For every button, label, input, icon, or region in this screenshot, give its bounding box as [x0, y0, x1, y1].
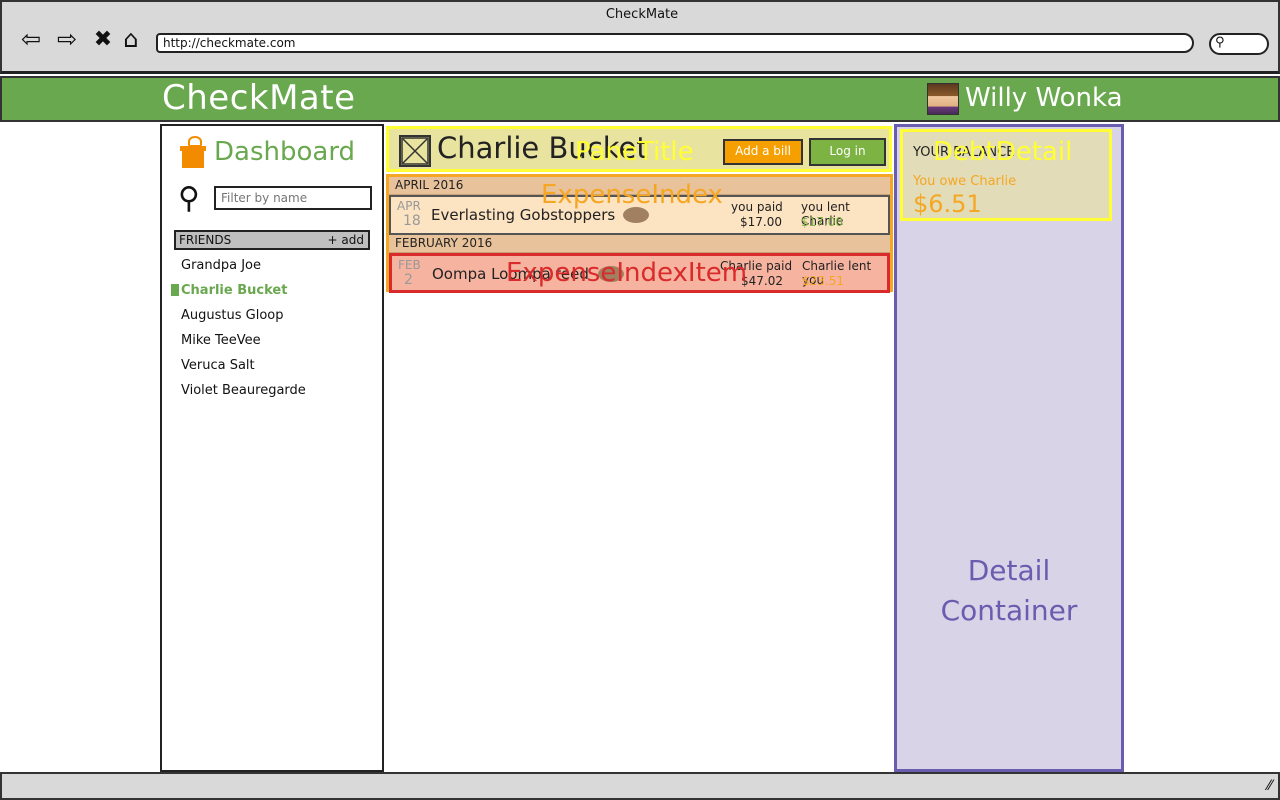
detail-container-annotation: Detail Container — [897, 551, 1121, 631]
dashboard-label: Dashboard — [214, 137, 355, 167]
month-header: FEBRUARY 2016 — [389, 235, 890, 253]
window-title: CheckMate — [2, 7, 1280, 22]
lent-amount: $17.00 — [801, 215, 843, 229]
forward-arrow-icon[interactable]: ⇨ — [52, 24, 82, 54]
add-friend-button[interactable]: + add — [328, 233, 364, 247]
expense-row[interactable]: FEB 2 Oompa Loompa feed Charlie paid $47… — [389, 253, 890, 293]
owe-text: You owe Charlie — [913, 174, 1016, 189]
friend-item[interactable]: Violet Beauregarde — [181, 383, 306, 398]
lent-amount: $23.51 — [802, 274, 844, 288]
owe-amount: $6.51 — [913, 190, 982, 218]
friends-header-label: FRIENDS — [179, 233, 231, 247]
app-header: CheckMate Willy Wonka — [0, 76, 1280, 122]
paid-label: you paid — [731, 200, 783, 214]
main-pane: Charlie Bucket PaneTitle Add a bill Log … — [384, 124, 894, 772]
avatar[interactable] — [927, 83, 959, 115]
friends-header: FRIENDS + add — [174, 230, 370, 250]
image-placeholder-icon — [399, 135, 431, 167]
expense-day: 18 — [403, 213, 421, 229]
expense-index: APRIL 2016 APR 18 Everlasting Gobstopper… — [386, 174, 893, 292]
paid-amount: $47.02 — [741, 274, 783, 288]
magnifier-icon: ⚲ — [178, 184, 200, 214]
status-bar: ⁄⁄ — [0, 772, 1280, 800]
log-in-button[interactable]: Log in — [809, 138, 886, 166]
expense-description: Oompa Loompa feed — [432, 265, 589, 283]
expense-month: APR — [397, 199, 421, 213]
dashboard-icon — [180, 136, 208, 168]
balance-label: YOUR BALANCE — [913, 145, 1014, 160]
url-bar[interactable]: http://checkmate.com — [156, 33, 1194, 53]
active-friend-marker — [171, 284, 179, 296]
resize-grip-icon[interactable]: ⁄⁄ — [1267, 778, 1272, 794]
expense-day: 2 — [404, 272, 413, 288]
friend-item-active[interactable]: Charlie Bucket — [181, 283, 287, 298]
dashboard-link[interactable]: Dashboard — [180, 136, 355, 168]
add-bill-button[interactable]: Add a bill — [723, 139, 803, 165]
search-icon: ⚲ — [1215, 35, 1225, 50]
pane-title: Charlie Bucket PaneTitle Add a bill Log … — [386, 126, 892, 172]
expense-description: Everlasting Gobstoppers — [431, 206, 615, 224]
comment-icon[interactable] — [623, 207, 649, 223]
expense-month: FEB — [398, 258, 421, 272]
sidebar: Dashboard ⚲ FRIENDS + add Grandpa Joe Ch… — [160, 124, 384, 772]
browser-search-field[interactable]: ⚲ — [1209, 33, 1269, 55]
detail-container: YOUR BALANCE You owe Charlie $6.51 DebtD… — [894, 124, 1124, 772]
close-icon[interactable]: ✖ — [88, 24, 118, 54]
paid-amount: $17.00 — [740, 215, 782, 229]
friend-item[interactable]: Grandpa Joe — [181, 258, 261, 273]
comment-icon[interactable] — [598, 266, 624, 282]
browser-window-titlebar: CheckMate ⇦ ⇨ ✖ ⌂ http://checkmate.com ⚲ — [0, 0, 1280, 74]
debt-detail: YOUR BALANCE You owe Charlie $6.51 DebtD… — [900, 129, 1112, 221]
page-title: Charlie Bucket — [437, 131, 648, 165]
friend-item[interactable]: Augustus Gloop — [181, 308, 283, 323]
paid-label: Charlie paid — [720, 259, 792, 273]
expense-row[interactable]: APR 18 Everlasting Gobstoppers you paid … — [389, 195, 890, 235]
friend-item[interactable]: Mike TeeVee — [181, 333, 261, 348]
friend-item[interactable]: Veruca Salt — [181, 358, 255, 373]
user-name[interactable]: Willy Wonka — [965, 83, 1123, 113]
back-arrow-icon[interactable]: ⇦ — [16, 24, 46, 54]
month-header: APRIL 2016 — [389, 177, 890, 195]
app-logo[interactable]: CheckMate — [162, 78, 356, 118]
filter-by-name-input[interactable] — [214, 186, 372, 210]
home-icon[interactable]: ⌂ — [116, 24, 146, 54]
